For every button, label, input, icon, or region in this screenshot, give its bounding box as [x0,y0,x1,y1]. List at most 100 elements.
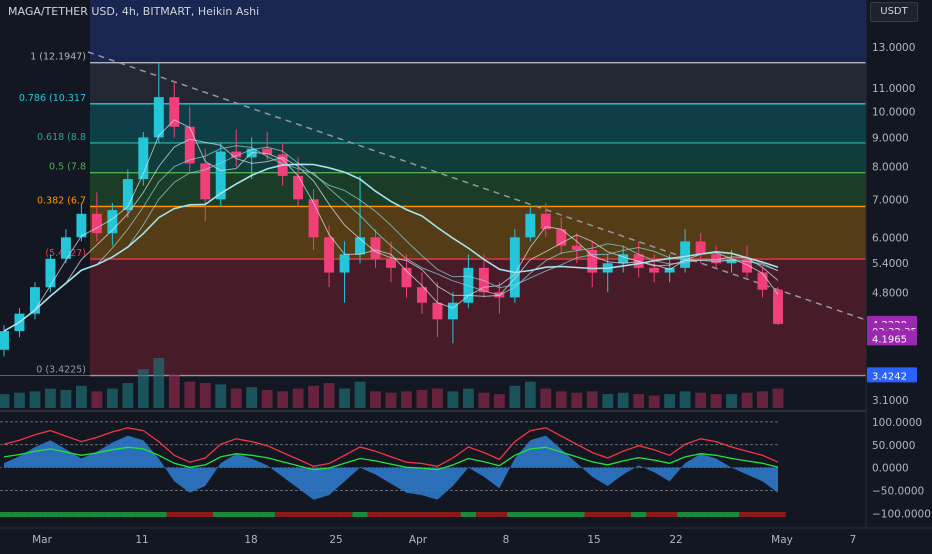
price-badge-label: 3.4242 [872,371,907,382]
volume-bar [246,387,258,408]
osc-state-bar [73,512,90,517]
osc-state-bar [445,512,461,517]
osc-state-bar [42,512,59,517]
candle-body [757,272,768,290]
volume-bar [726,394,737,408]
osc-state-bar [398,512,415,517]
candle-body [773,289,783,324]
osc-state-bar [321,512,337,517]
osc-state-bar [89,512,105,517]
price-tick-label: 13.0000 [872,42,915,54]
volume-bar [230,388,242,408]
osc-state-bar [615,512,631,517]
osc-state-bar [259,512,275,517]
osc-state-bar [476,512,492,517]
price-chart[interactable]: 1 (12.1947) 0.786 (10.317 0.618 (8.8 0.5 (7… [0,0,932,550]
osc-state-bar [336,512,353,517]
candle-body [571,245,582,250]
osc-state-bar [584,512,600,517]
volume-bar [277,391,289,408]
volume-bar [509,385,521,408]
osc-state-bar [708,512,724,517]
fib-label: 0.5 (7.8 [49,162,86,173]
volume-bar [447,391,459,408]
osc-state-bar [27,512,43,517]
price-tick-label: 9.0000 [872,132,909,144]
osc-state-bar [677,512,693,517]
osc-state-bar [429,512,446,517]
price-tick-label: 8.0000 [872,161,909,173]
volume-bar [602,394,614,408]
osc-state-bar [569,512,585,517]
osc-state-bar [723,512,740,517]
volume-bar [478,392,490,408]
volume-bar [75,385,87,408]
osc-state-bar [770,512,786,517]
osc-state-bar [739,512,755,517]
osc-state-bar [553,512,570,517]
volume-bar [586,391,598,408]
osc-state-bar [104,512,121,517]
fib-zone [90,103,866,143]
volume-bar [432,388,443,408]
volume-bar [571,392,583,408]
volume-bar [772,388,784,408]
candle-body [525,213,536,238]
time-tick-label: 8 [503,534,510,546]
candle-body [649,267,660,273]
volume-bar [710,394,722,408]
osc-state-bar [352,512,368,517]
candle-body [355,237,365,255]
fib-label: 1 (12.1947) [30,52,86,63]
volume-bar [339,388,350,408]
osc-state-bar [290,512,306,517]
volume-bar [168,374,180,408]
osc-state-bar [491,512,508,517]
volume-bar [106,388,118,408]
osc-tick-label: 50.0000 [872,440,915,452]
osc-state-bar [11,512,28,517]
candle-body [339,254,350,273]
candle-body [0,331,9,350]
volume-bar [323,383,335,408]
candle-body [45,258,56,288]
osc-state-bar [243,512,260,517]
osc-state-bar [151,512,167,517]
currency-button[interactable]: USDT [870,2,918,22]
osc-tick-label: −50.0000 [872,486,924,498]
volume-bar [679,391,691,408]
volume-bar [462,388,474,408]
volume-bar [633,394,645,408]
volume-bar [370,391,381,408]
volume-bar [493,394,505,408]
price-tick-label: 7.0000 [872,194,909,206]
volume-bar [60,389,72,408]
osc-state-bar [58,512,74,517]
osc-state-bar [414,512,430,517]
chart-area[interactable]: 1 (12.1947) 0.786 (10.317 0.618 (8.8 0.5 (7… [0,0,932,550]
osc-state-bar [120,512,136,517]
volume-bar [401,391,412,408]
price-tick-label: 3.1000 [872,395,909,407]
candle-body [293,175,304,200]
osc-tick-label: −100.0000 [872,508,931,520]
volume-bar [45,388,56,408]
volume-bar [29,391,41,408]
candle-body [184,126,195,164]
fib-label: 0 (3.4225) [36,365,86,376]
candle-body [308,199,319,238]
candle-body [680,241,691,268]
osc-state-bar [305,512,322,517]
price-tick-label: 5.4000 [872,258,909,270]
fib-label: 0.382 (6.7 [37,195,86,206]
volume-bar [416,389,428,408]
osc-state-bar [166,512,183,517]
time-tick-label: 22 [669,534,682,546]
volume-bar [215,384,227,408]
time-tick-label: 7 [850,534,857,546]
price-tick-label: 6.0000 [872,232,909,244]
osc-state-bar [135,512,152,517]
volume-bar [664,394,676,408]
volume-bar [524,381,536,408]
candle-body [169,97,180,127]
